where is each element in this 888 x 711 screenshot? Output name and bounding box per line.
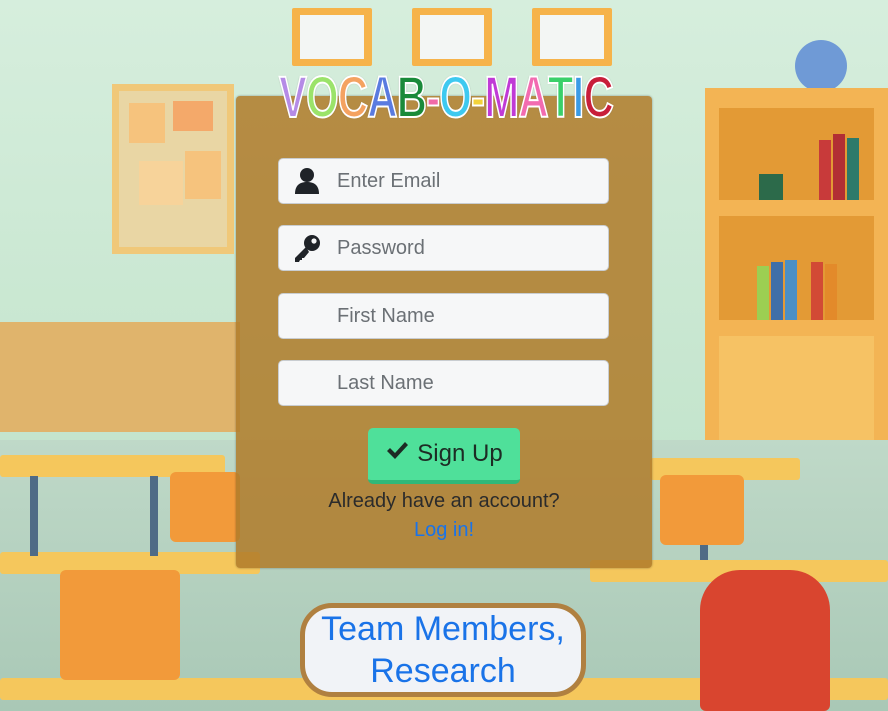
logo-letter: B: [396, 64, 428, 131]
logo-letter: A: [518, 64, 550, 131]
password-input[interactable]: [335, 235, 589, 261]
logo-letter: V: [278, 64, 307, 131]
logo-letter: T: [547, 64, 574, 131]
teacher-desk: [0, 322, 240, 432]
logo-letter: I: [572, 64, 585, 131]
chair: [60, 570, 180, 680]
app-logo: VOCAB-O-MATIC: [278, 62, 614, 132]
team-members-research-button[interactable]: Team Members, Research: [300, 603, 586, 697]
user-icon: [279, 159, 335, 203]
logo-letter: -: [470, 64, 485, 131]
sign-up-button[interactable]: Sign Up: [368, 428, 520, 484]
email-field[interactable]: [278, 158, 609, 204]
last-name-field[interactable]: [278, 360, 609, 406]
sign-up-label: Sign Up: [417, 440, 503, 467]
backpack: [700, 570, 830, 711]
logo-letter: O: [305, 64, 339, 131]
chair: [660, 475, 744, 545]
already-have-account-text: Already have an account?: [328, 490, 560, 512]
logo-letter: A: [367, 64, 399, 131]
logo-letter: C: [583, 64, 615, 131]
first-name-field[interactable]: [278, 293, 609, 339]
wall-frame: [292, 8, 372, 66]
email-input[interactable]: [335, 168, 589, 194]
chair: [170, 472, 240, 542]
logo-letter: -: [425, 64, 440, 131]
password-field[interactable]: [278, 225, 609, 271]
wall-frame: [412, 8, 492, 66]
globe: [795, 40, 847, 92]
logo-letter: O: [439, 64, 473, 131]
team-line-1: Team Members,: [321, 610, 565, 648]
logo-letter: M: [484, 64, 520, 131]
login-link[interactable]: Log in!: [236, 519, 652, 542]
check-icon: [385, 440, 409, 469]
last-name-input[interactable]: [335, 370, 589, 396]
bookshelf: [705, 88, 888, 450]
first-name-input[interactable]: [335, 303, 589, 329]
wall-frame: [532, 8, 612, 66]
cork-board: [112, 84, 234, 254]
logo-letter: C: [337, 64, 369, 131]
team-line-2: Research: [370, 652, 516, 690]
key-icon: [279, 226, 335, 270]
